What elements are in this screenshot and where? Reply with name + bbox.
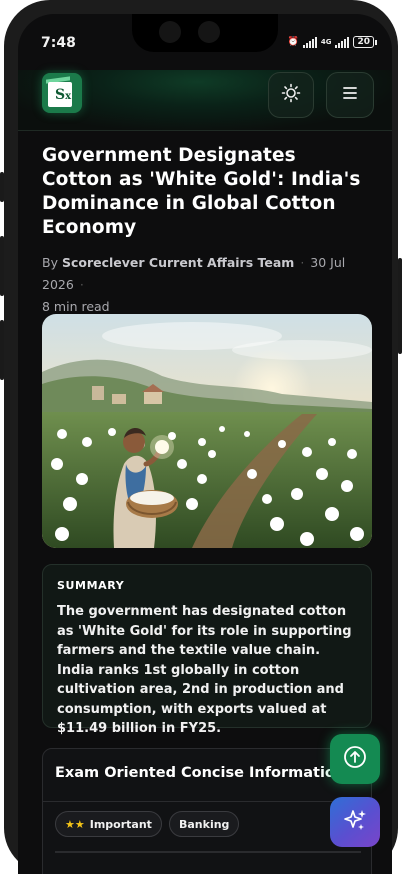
tag-label: Important (89, 817, 152, 831)
tag-banking[interactable]: Banking (169, 811, 240, 837)
logo-letters: Sx (55, 87, 72, 103)
camera-notch (132, 14, 278, 52)
card-bottom-divider (55, 851, 361, 853)
sun-icon (281, 83, 301, 107)
side-button (0, 172, 4, 202)
meta-separator: · (79, 277, 84, 292)
app-logo[interactable]: Sx (42, 73, 82, 113)
camera-dot (159, 21, 181, 43)
status-icons: ⏰ 4G 20 (287, 36, 377, 48)
menu-button[interactable] (326, 72, 374, 118)
author-link[interactable]: Scoreclever Current Affairs Team (62, 255, 294, 270)
tag-label: Banking (179, 817, 230, 831)
app-header: Sx (18, 70, 392, 131)
article-content: Government Designates Cotton as 'White G… (42, 130, 372, 874)
signal-icon-2 (335, 36, 350, 48)
summary-text: The government has designated cotton as … (57, 604, 352, 736)
volume-down-button (0, 320, 4, 380)
divider (43, 801, 371, 802)
read-time: 8 min read (42, 299, 110, 314)
network-type: 4G (320, 37, 332, 46)
exam-section-title: Exam Oriented Concise Information (55, 765, 346, 781)
theme-toggle-button[interactable] (268, 72, 314, 118)
star-icon: ★★ (65, 817, 85, 831)
status-bar: 7:48 ⏰ 4G 20 (18, 14, 392, 70)
meta-separator: · (300, 255, 305, 270)
camera-dot (198, 21, 220, 43)
by-label: By (42, 255, 58, 270)
sparkles-icon (342, 807, 368, 837)
article-meta: By Scoreclever Current Affairs Team · 30 J… (42, 252, 372, 318)
battery-icon: 20 (353, 36, 377, 48)
summary-label: SUMMARY (57, 579, 125, 592)
scroll-to-top-button[interactable] (330, 734, 380, 784)
status-time: 7:48 (41, 35, 76, 51)
alarm-icon: ⏰ (287, 37, 299, 47)
volume-up-button (0, 236, 4, 296)
signal-icon (302, 36, 317, 48)
hamburger-icon (341, 85, 359, 105)
hero-image (42, 314, 372, 548)
ai-assistant-button[interactable] (330, 797, 380, 847)
screen: 7:48 ⏰ 4G 20 Sx Government Designates Co… (18, 14, 392, 874)
power-button (398, 258, 402, 354)
summary-card: SUMMARY The government has designated co… (42, 564, 372, 736)
tag-important[interactable]: ★★ Important (55, 811, 162, 837)
exam-info-card[interactable]: Exam Oriented Concise Information ★★ Imp… (42, 748, 372, 874)
article-title: Government Designates Cotton as 'White G… (42, 145, 361, 238)
arrow-up-icon (342, 744, 368, 774)
phone-frame: 7:48 ⏰ 4G 20 Sx Government Designates Co… (0, 0, 402, 874)
